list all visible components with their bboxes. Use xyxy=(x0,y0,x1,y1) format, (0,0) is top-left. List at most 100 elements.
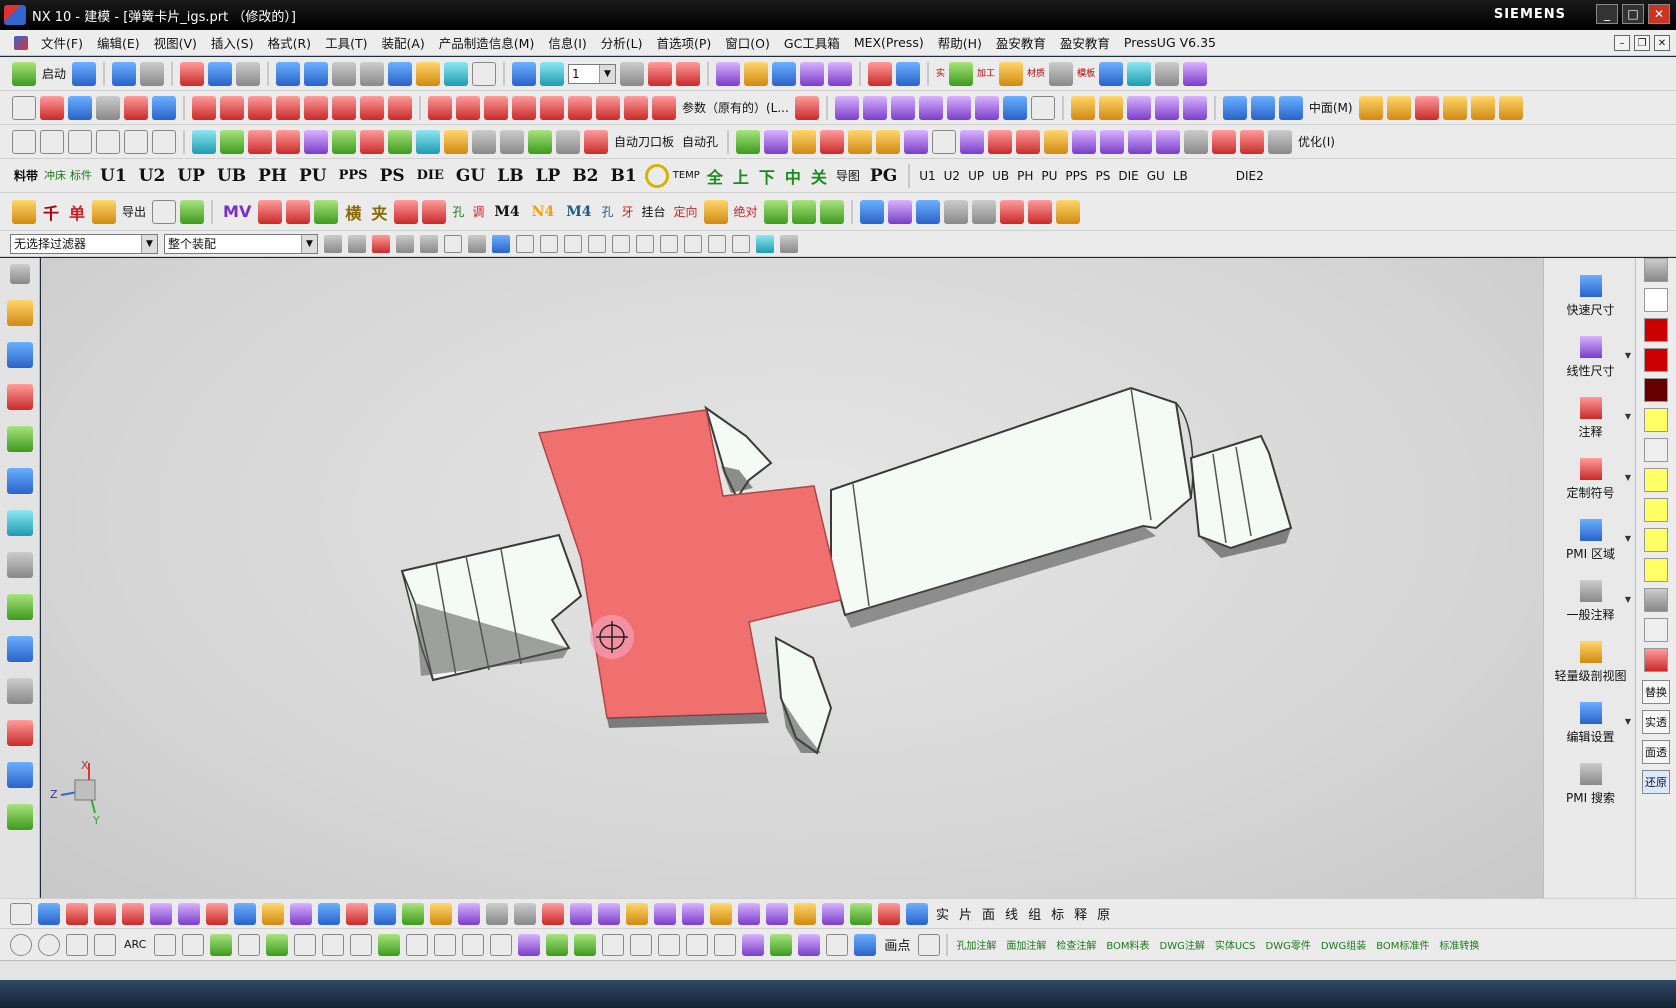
diamond-icon[interactable] xyxy=(12,199,36,224)
close-view-button[interactable]: 关 xyxy=(808,164,830,188)
pmi-custom-symbol[interactable]: 定制符号 ▼ xyxy=(1544,441,1637,501)
part-icon[interactable] xyxy=(904,129,929,154)
multi-line-icon[interactable] xyxy=(798,933,821,956)
unfold-tool-icon[interactable] xyxy=(822,902,844,925)
die-set-icon[interactable] xyxy=(820,129,845,154)
template-label[interactable]: 模板 xyxy=(1077,69,1095,79)
extrude-icon[interactable] xyxy=(192,95,216,120)
move-face-icon[interactable] xyxy=(800,61,825,86)
chevron-down-icon[interactable]: ▼ xyxy=(1625,473,1631,482)
material-label[interactable]: 材质 xyxy=(1027,69,1045,79)
close-button[interactable]: ✕ xyxy=(1648,4,1670,24)
code2-gu[interactable]: GU xyxy=(1145,169,1167,183)
select-paint-icon[interactable] xyxy=(420,234,438,253)
absolute-button[interactable]: 绝对 xyxy=(732,203,760,220)
layout-icon[interactable] xyxy=(304,61,329,86)
reuse-library-icon[interactable] xyxy=(6,426,33,452)
fit-view-icon[interactable] xyxy=(180,61,205,86)
plate-12-icon[interactable] xyxy=(1268,129,1293,154)
fan-curve-icon[interactable] xyxy=(94,902,116,925)
lift-pin-icon[interactable] xyxy=(332,129,356,154)
plate-5-icon[interactable] xyxy=(1044,129,1069,154)
plate-9-icon[interactable] xyxy=(1156,129,1181,154)
render-icon[interactable] xyxy=(1127,61,1152,86)
menu-tools[interactable]: 工具(T) xyxy=(318,33,374,52)
rotate-tool-icon[interactable] xyxy=(486,902,508,925)
pmi-note[interactable]: 注释 ▼ xyxy=(1544,380,1637,440)
offset-face-icon[interactable] xyxy=(1250,95,1275,120)
auto-hole-button[interactable]: 自动孔 xyxy=(680,133,720,150)
menu-help[interactable]: 帮助(H) xyxy=(931,33,989,52)
folder-icon[interactable] xyxy=(703,199,728,224)
shaded-icon[interactable] xyxy=(360,61,385,86)
pencil-icon[interactable] xyxy=(794,95,819,120)
sew-icon[interactable] xyxy=(1182,95,1207,120)
snap-control-icon[interactable] xyxy=(588,234,606,253)
start-icon[interactable] xyxy=(12,61,36,86)
reshape-tool-icon[interactable] xyxy=(850,902,872,925)
offset-curve-icon[interactable] xyxy=(428,95,452,120)
hole-note-button[interactable]: 孔加注解 xyxy=(954,937,998,952)
stretch-icon[interactable] xyxy=(286,199,311,224)
adjust-size-button[interactable]: 调 xyxy=(470,203,486,220)
code-up[interactable]: UP xyxy=(173,166,209,186)
release-button[interactable]: 释 xyxy=(1072,904,1089,923)
menu-yingan-2[interactable]: 盈安教育 xyxy=(1053,33,1117,52)
origin-icon[interactable] xyxy=(644,163,669,188)
optimize-button[interactable]: 优化(I) xyxy=(1296,133,1337,150)
menu-gc-toolkit[interactable]: GC工具箱 xyxy=(777,33,847,52)
selection-scope-select[interactable]: 整个装配 ▼ xyxy=(164,233,318,254)
snap-mid-icon[interactable] xyxy=(564,234,582,253)
stack-tool-icon[interactable] xyxy=(430,902,452,925)
sheet-metal-2-icon[interactable] xyxy=(178,902,200,925)
pmi-general-note[interactable]: 一般注释 ▼ xyxy=(1544,563,1637,623)
adjust-line-icon[interactable] xyxy=(1644,408,1668,432)
manufacturing-wizards-icon[interactable] xyxy=(6,678,33,704)
cube-icon[interactable] xyxy=(388,61,413,86)
curve-rule-icon[interactable] xyxy=(348,234,366,253)
boss-icon[interactable] xyxy=(1498,95,1523,120)
transform-icon[interactable] xyxy=(716,61,741,86)
blank-tool-icon[interactable] xyxy=(1644,288,1668,312)
cup-tool-icon[interactable] xyxy=(318,902,340,925)
scatter-tool-icon[interactable] xyxy=(234,902,256,925)
steel-chain-icon[interactable] xyxy=(556,129,580,154)
mark-button[interactable]: 标 xyxy=(1049,904,1066,923)
ei-tool-icon[interactable] xyxy=(658,933,681,956)
outline-tool-icon[interactable] xyxy=(918,933,941,956)
layers-tool-2-icon[interactable] xyxy=(290,902,312,925)
fold-tool-icon[interactable] xyxy=(738,902,760,925)
menu-yingan-1[interactable]: 盈安教育 xyxy=(989,33,1053,52)
code-ps[interactable]: PS xyxy=(376,166,409,186)
orient-icon[interactable] xyxy=(236,61,261,86)
show-all-button[interactable]: 全 xyxy=(704,164,726,188)
standard-part-button[interactable]: 标件 xyxy=(70,170,92,181)
mid-surface-label[interactable]: 中面(M) xyxy=(1307,99,1355,116)
blend-icon[interactable] xyxy=(276,95,300,120)
face-note-button[interactable]: 面加注解 xyxy=(1004,937,1048,952)
draft-icon[interactable] xyxy=(1358,95,1383,120)
green-circle-icon[interactable] xyxy=(546,933,569,956)
split-icon[interactable] xyxy=(388,95,412,120)
selection-filter-select[interactable]: 无选择过滤器 ▼ xyxy=(10,233,158,254)
layer-settings-icon[interactable] xyxy=(620,61,645,86)
sheet-metal-icon[interactable] xyxy=(150,902,172,925)
auto-cut-plate-button[interactable]: 自动刀口板 xyxy=(612,133,676,150)
my-standard-icon[interactable] xyxy=(763,199,788,224)
line-button[interactable]: 线 xyxy=(1003,904,1020,923)
project-curve-icon[interactable] xyxy=(456,95,480,120)
chevron-down-icon[interactable]: ▼ xyxy=(1625,534,1631,543)
rectangle-icon[interactable] xyxy=(12,95,36,120)
minimize-button[interactable]: _ xyxy=(1596,4,1618,24)
snap-end-icon[interactable] xyxy=(540,234,558,253)
chain-icon[interactable] xyxy=(378,933,401,956)
color-wheel-icon[interactable] xyxy=(346,902,368,925)
pipe-tool-icon[interactable] xyxy=(570,902,592,925)
knife-edge-icon[interactable] xyxy=(394,199,419,224)
snap-surface-icon[interactable] xyxy=(756,234,774,253)
studio-surface-icon[interactable] xyxy=(946,95,971,120)
web-browser-icon[interactable] xyxy=(6,510,33,536)
check-note-button[interactable]: 检查注解 xyxy=(1054,937,1098,952)
extract-curve-icon[interactable] xyxy=(596,95,620,120)
pmi-quick-dimension[interactable]: 快速尺寸 xyxy=(1544,258,1637,318)
